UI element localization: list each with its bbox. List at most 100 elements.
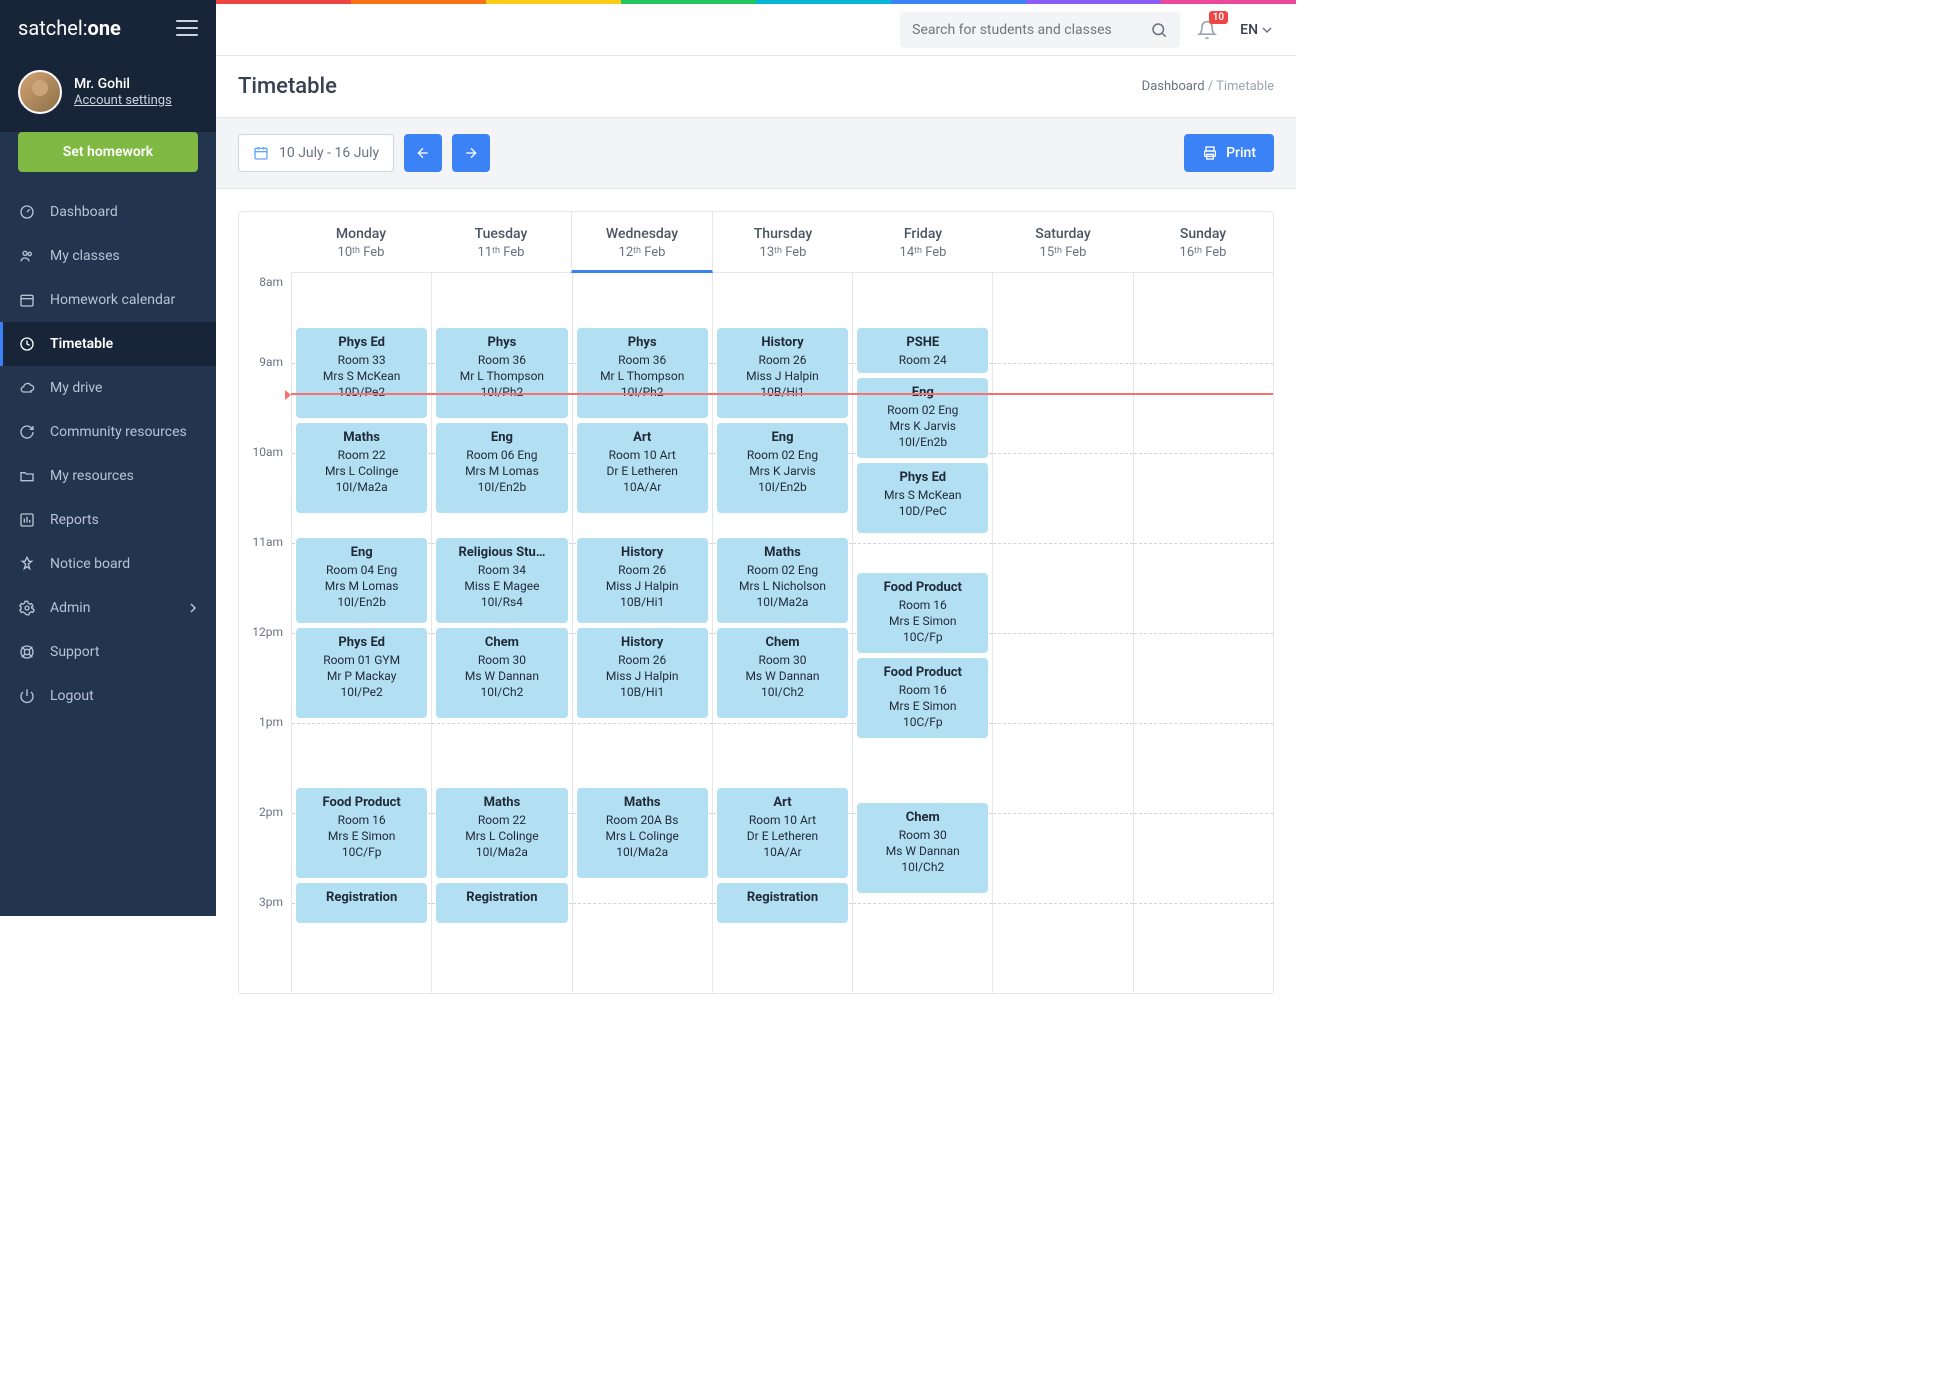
calendar-header: Monday10ᵗʰ FebTuesday11ᵗʰ FebWednesday12…	[291, 212, 1273, 273]
time-label: 1pm	[239, 723, 291, 813]
nav-item-support[interactable]: Support	[0, 630, 216, 674]
day-header-sunday[interactable]: Sunday16ᵗʰ Feb	[1133, 212, 1273, 272]
event-registration[interactable]: Registration	[296, 883, 427, 923]
notifications-button[interactable]: 10	[1192, 15, 1222, 45]
breadcrumb-root[interactable]: Dashboard	[1142, 79, 1205, 94]
prev-week-button[interactable]	[404, 134, 442, 172]
clock-icon	[18, 336, 36, 352]
nav-item-timetable[interactable]: Timetable	[0, 322, 216, 366]
nav-item-my-drive[interactable]: My drive	[0, 366, 216, 410]
event-eng[interactable]: EngRoom 04 EngMrs M Lomas10I/En2b	[296, 538, 427, 623]
nav-label: Reports	[50, 512, 99, 528]
avatar[interactable]	[18, 70, 62, 114]
chevron-down-icon	[1262, 25, 1272, 35]
day-column-wednesday: PhysRoom 36Mr L Thompson10I/Ph2ArtRoom 1…	[572, 273, 712, 993]
nav-item-my-resources[interactable]: My resources	[0, 454, 216, 498]
time-label: 12pm	[239, 633, 291, 723]
day-header-thursday[interactable]: Thursday13ᵗʰ Feb	[713, 212, 853, 272]
rainbow-stripe	[216, 0, 1296, 4]
date-range-picker[interactable]: 10 July - 16 July	[238, 134, 394, 172]
event-registration[interactable]: Registration	[717, 883, 848, 923]
pin-icon	[18, 556, 36, 572]
search-input[interactable]	[912, 22, 1140, 38]
arrow-right-icon	[463, 145, 479, 161]
nav-item-reports[interactable]: Reports	[0, 498, 216, 542]
day-header-saturday[interactable]: Saturday15ᵗʰ Feb	[993, 212, 1133, 272]
time-label: 11am	[239, 543, 291, 633]
menu-toggle-button[interactable]	[176, 20, 198, 36]
nav-item-my-classes[interactable]: My classes	[0, 234, 216, 278]
event-phys-ed[interactable]: Phys EdRoom 33Mrs S McKean10D/Pe2	[296, 328, 427, 418]
day-header-friday[interactable]: Friday14ᵗʰ Feb	[853, 212, 993, 272]
event-pshe[interactable]: PSHERoom 24	[857, 328, 988, 373]
event-art[interactable]: ArtRoom 10 ArtDr E Letheren10A/Ar	[717, 788, 848, 878]
users-icon	[18, 248, 36, 264]
event-phys-ed[interactable]: Phys EdRoom 01 GYMMr P Mackay10I/Pe2	[296, 628, 427, 718]
event-maths[interactable]: MathsRoom 22Mrs L Colinge10I/Ma2a	[436, 788, 567, 878]
arrow-left-icon	[415, 145, 431, 161]
event-food-product[interactable]: Food ProductRoom 16Mrs E Simon10C/Fp	[296, 788, 427, 878]
nav-item-notice-board[interactable]: Notice board	[0, 542, 216, 586]
event-history[interactable]: HistoryRoom 26Miss J Halpin10B/Hi1	[577, 628, 708, 718]
nav-item-homework-calendar[interactable]: Homework calendar	[0, 278, 216, 322]
next-week-button[interactable]	[452, 134, 490, 172]
language-selector[interactable]: EN	[1234, 22, 1278, 38]
chevron-right-icon	[188, 603, 198, 613]
nav-label: Support	[50, 644, 99, 660]
folder-icon	[18, 468, 36, 484]
nav-label: Timetable	[50, 336, 113, 352]
event-food-product[interactable]: Food ProductRoom 16Mrs E Simon10C/Fp	[857, 658, 988, 738]
event-phys[interactable]: PhysRoom 36Mr L Thompson10I/Ph2	[436, 328, 567, 418]
event-chem[interactable]: ChemRoom 30Ms W Dannan10I/Ch2	[857, 803, 988, 893]
nav-label: My resources	[50, 468, 134, 484]
set-homework-button[interactable]: Set homework	[18, 132, 198, 172]
page-title: Timetable	[238, 74, 337, 99]
search-box[interactable]	[900, 12, 1180, 48]
event-art[interactable]: ArtRoom 10 ArtDr E Letheren10A/Ar	[577, 423, 708, 513]
event-eng[interactable]: EngRoom 02 EngMrs K Jarvis10I/En2b	[857, 378, 988, 458]
chart-icon	[18, 512, 36, 528]
day-column-thursday: HistoryRoom 26Miss J Halpin10B/Hi1EngRoo…	[712, 273, 852, 993]
day-column-friday: PSHERoom 24 EngRoom 02 EngMrs K Jarvis10I…	[852, 273, 992, 993]
event-religious-stu…[interactable]: Religious Stu…Room 34Miss E Magee10I/Rs4	[436, 538, 567, 623]
event-phys-ed[interactable]: Phys EdMrs S McKean10D/PeC	[857, 463, 988, 533]
nav-label: My classes	[50, 248, 120, 264]
day-column-sunday	[1133, 273, 1273, 993]
event-food-product[interactable]: Food ProductRoom 16Mrs E Simon10C/Fp	[857, 573, 988, 653]
nav-item-logout[interactable]: Logout	[0, 674, 216, 718]
refresh-icon	[18, 424, 36, 440]
day-column-tuesday: PhysRoom 36Mr L Thompson10I/Ph2EngRoom 0…	[431, 273, 571, 993]
speedometer-icon	[18, 204, 36, 220]
event-phys[interactable]: PhysRoom 36Mr L Thompson10I/Ph2	[577, 328, 708, 418]
nav-item-community-resources[interactable]: Community resources	[0, 410, 216, 454]
calendar-icon	[253, 145, 269, 161]
event-chem[interactable]: ChemRoom 30Ms W Dannan10I/Ch2	[717, 628, 848, 718]
nav-label: Admin	[50, 600, 90, 616]
event-chem[interactable]: ChemRoom 30Ms W Dannan10I/Ch2	[436, 628, 567, 718]
nav-item-admin[interactable]: Admin	[0, 586, 216, 630]
calendar-icon	[18, 292, 36, 308]
cloud-icon	[18, 380, 36, 396]
event-eng[interactable]: EngRoom 02 EngMrs K Jarvis10I/En2b	[717, 423, 848, 513]
day-header-tuesday[interactable]: Tuesday11ᵗʰ Feb	[431, 212, 571, 272]
account-settings-link[interactable]: Account settings	[74, 93, 172, 108]
event-registration[interactable]: Registration	[436, 883, 567, 923]
day-column-monday: Phys EdRoom 33Mrs S McKean10D/Pe2MathsRo…	[291, 273, 431, 993]
event-history[interactable]: HistoryRoom 26Miss J Halpin10B/Hi1	[577, 538, 708, 623]
event-maths[interactable]: MathsRoom 22Mrs L Colinge10I/Ma2a	[296, 423, 427, 513]
nav-item-dashboard[interactable]: Dashboard	[0, 190, 216, 234]
nav-label: Dashboard	[50, 204, 118, 220]
nav-label: Community resources	[50, 424, 187, 440]
day-header-wednesday[interactable]: Wednesday12ᵗʰ Feb	[571, 212, 713, 273]
event-history[interactable]: HistoryRoom 26Miss J Halpin10B/Hi1	[717, 328, 848, 418]
nav-label: Notice board	[50, 556, 130, 572]
event-maths[interactable]: MathsRoom 20A BsMrs L Colinge10I/Ma2a	[577, 788, 708, 878]
print-button[interactable]: Print	[1184, 134, 1274, 172]
nav-label: Homework calendar	[50, 292, 175, 308]
event-eng[interactable]: EngRoom 06 EngMrs M Lomas10I/En2b	[436, 423, 567, 513]
search-icon	[1150, 21, 1168, 39]
nav-label: Logout	[50, 688, 94, 704]
user-name: Mr. Gohil	[74, 76, 172, 92]
day-header-monday[interactable]: Monday10ᵗʰ Feb	[291, 212, 431, 272]
event-maths[interactable]: MathsRoom 02 EngMrs L Nicholson10I/Ma2a	[717, 538, 848, 623]
